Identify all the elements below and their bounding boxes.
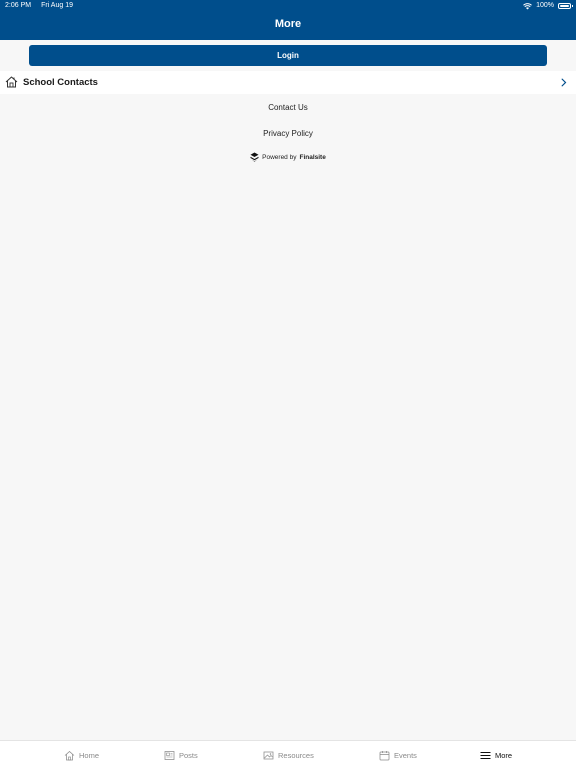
status-right: 100% xyxy=(523,0,573,12)
powered-by-prefix: Powered by xyxy=(262,153,297,161)
home-icon xyxy=(64,750,75,760)
school-contacts-row[interactable]: School Contacts xyxy=(0,71,576,94)
tab-posts-label: Posts xyxy=(179,750,198,760)
tab-posts[interactable]: Posts xyxy=(164,741,198,768)
tab-more-label: More xyxy=(495,750,513,760)
status-date: Fri Aug 19 xyxy=(41,2,73,9)
tab-events[interactable]: Events xyxy=(379,741,417,768)
tab-resources[interactable]: Resources xyxy=(263,741,314,768)
status-left: 2:06 PM Fri Aug 19 xyxy=(5,0,73,12)
posts-icon xyxy=(164,750,175,760)
contact-us-link[interactable]: Contact Us xyxy=(0,103,576,112)
wifi-icon xyxy=(523,2,532,9)
tab-home-label: Home xyxy=(79,750,100,760)
finalsite-logo-icon xyxy=(250,152,259,162)
chevron-right-icon xyxy=(561,78,567,87)
app-root: 2:06 PM Fri Aug 19 100% More Login Schoo… xyxy=(0,0,576,768)
menu-icon xyxy=(480,751,491,759)
login-button[interactable]: Login xyxy=(29,45,547,66)
tab-more[interactable]: More xyxy=(480,741,512,768)
tab-events-label: Events xyxy=(394,750,417,760)
calendar-icon xyxy=(379,750,390,760)
resources-icon xyxy=(263,751,274,759)
status-bar: 2:06 PM Fri Aug 19 100% xyxy=(0,0,576,12)
battery-percent: 100% xyxy=(536,2,554,9)
powered-by-brand: Finalsite xyxy=(299,153,326,161)
tab-resources-label: Resources xyxy=(278,750,314,760)
battery-icon xyxy=(558,3,573,9)
powered-by-finalsite[interactable]: Powered by Finalsite xyxy=(0,152,576,162)
school-contacts-label: School Contacts xyxy=(23,77,98,88)
header-bar: 2:06 PM Fri Aug 19 100% More xyxy=(0,0,576,40)
page-title: More xyxy=(274,18,302,30)
privacy-policy-link[interactable]: Privacy Policy xyxy=(0,129,576,138)
status-time: 2:06 PM xyxy=(5,2,32,9)
tab-bar: Home Posts Resources Events More xyxy=(0,740,576,768)
house-icon xyxy=(5,76,18,88)
tab-home[interactable]: Home xyxy=(64,741,99,768)
